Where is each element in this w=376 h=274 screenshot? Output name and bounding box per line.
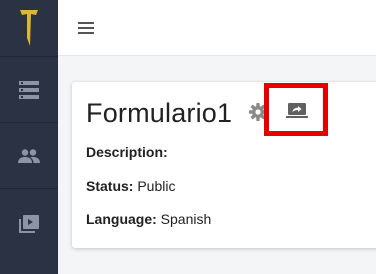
- menu-button[interactable]: [76, 18, 96, 38]
- share-button[interactable]: [284, 100, 310, 122]
- settings-button[interactable]: [248, 102, 268, 122]
- description-field: Description:: [86, 144, 168, 160]
- video-library-icon: [19, 214, 39, 233]
- sidebar-item-storage[interactable]: [0, 56, 58, 122]
- language-value: Spanish: [160, 211, 212, 227]
- status-value: Public: [137, 178, 176, 194]
- status-field: Status: Public: [86, 178, 175, 194]
- language-field: Language: Spanish: [86, 211, 211, 227]
- storage-icon: [19, 80, 39, 99]
- screen-share-icon: [286, 103, 308, 118]
- description-label: Description:: [86, 144, 168, 160]
- form-title: Formulario1: [86, 98, 233, 128]
- status-label: Status:: [86, 178, 134, 194]
- sidebar-item-people[interactable]: [0, 122, 58, 188]
- hamburger-icon: [78, 22, 94, 34]
- top-app-bar: [58, 0, 376, 56]
- sidebar: [0, 0, 58, 274]
- gear-icon: [249, 103, 267, 121]
- sidebar-item-media[interactable]: [0, 188, 58, 258]
- form-card: Formulario1 Description: Status: Public …: [72, 82, 376, 248]
- t-logo-icon[interactable]: [0, 0, 58, 56]
- people-icon: [18, 148, 40, 163]
- language-label: Language:: [86, 211, 157, 227]
